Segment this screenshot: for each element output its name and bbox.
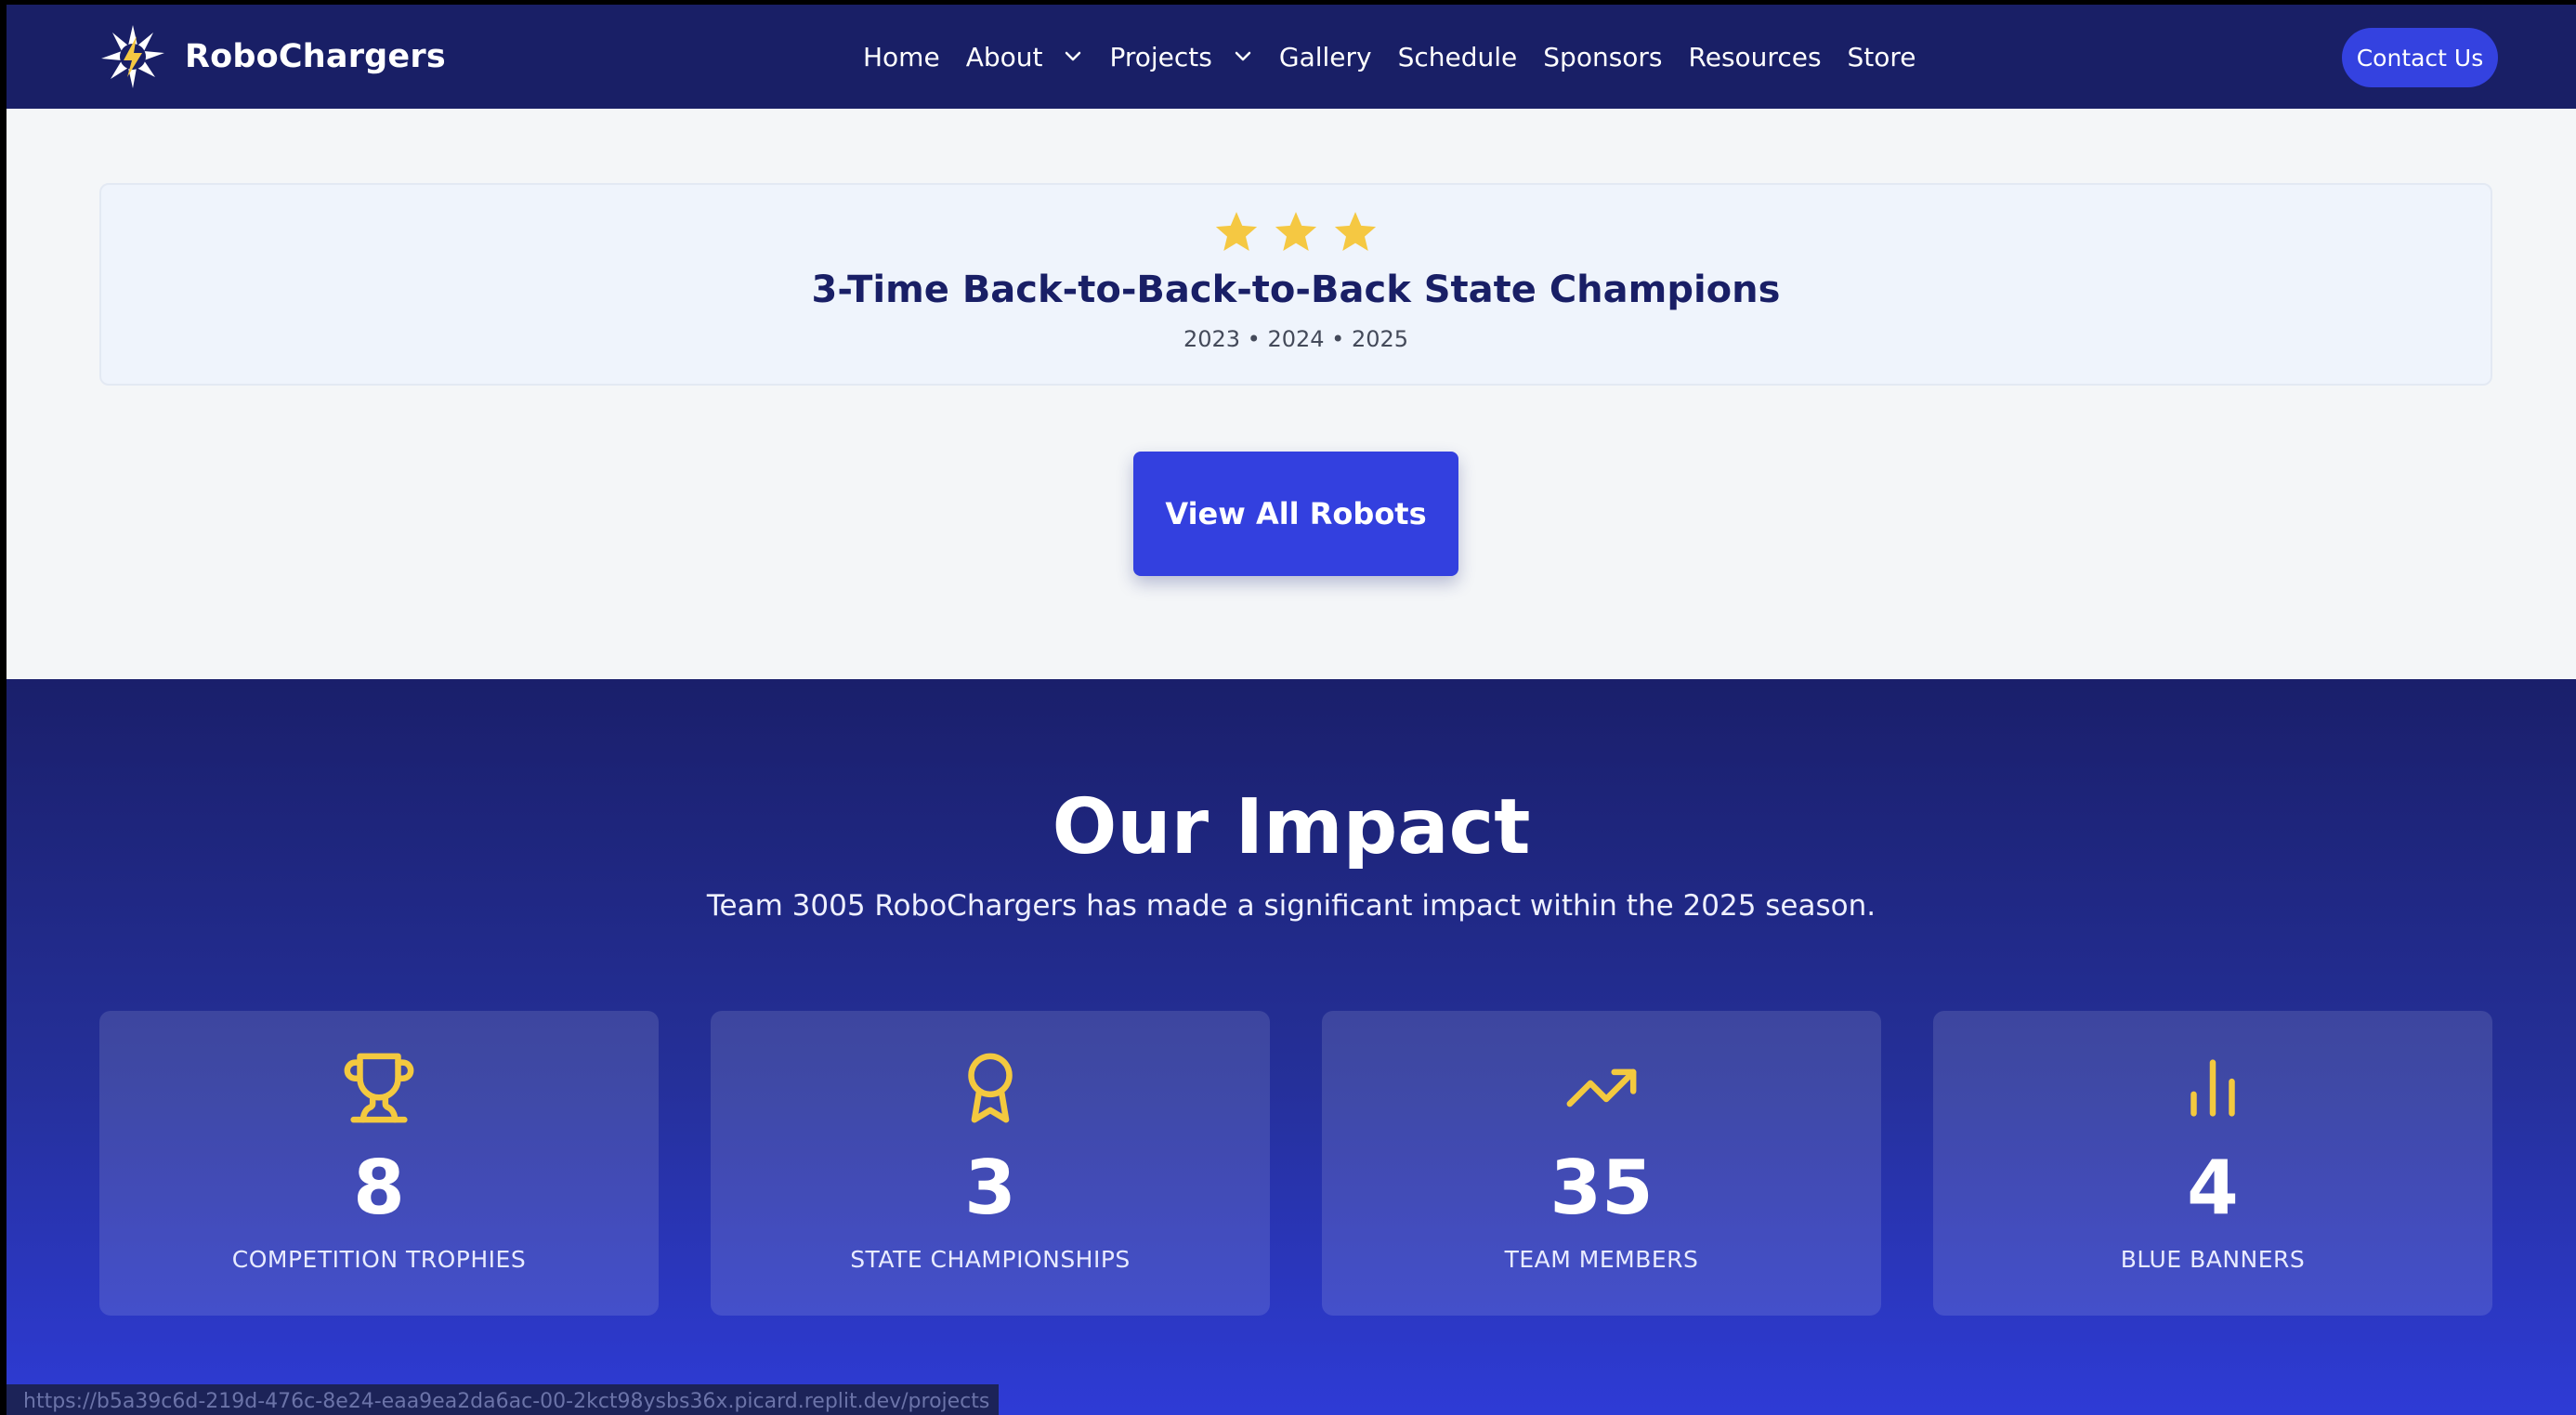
main-nav: Home About Projects Gallery Schedule Spo…: [863, 5, 1916, 109]
chevron-down-icon: [1066, 51, 1081, 61]
lightning-star-logo-icon: [101, 25, 164, 88]
nav-home[interactable]: Home: [863, 42, 940, 72]
championship-years: 2023 • 2024 • 2025: [1183, 326, 1409, 352]
star-icon: [1334, 212, 1377, 251]
nav-store-label: Store: [1847, 41, 1916, 72]
championship-card: 3-Time Back-to-Back-to-Back State Champi…: [99, 183, 2492, 386]
brand-name: RoboChargers: [185, 38, 446, 75]
nav-sponsors[interactable]: Sponsors: [1543, 42, 1662, 72]
nav-resources[interactable]: Resources: [1689, 42, 1822, 72]
nav-schedule-label: Schedule: [1397, 41, 1518, 72]
award-ribbon-icon: [968, 1053, 1013, 1123]
window-frame-left: [0, 0, 7, 1415]
impact-section: Our Impact Team 3005 RoboChargers has ma…: [7, 679, 2576, 1415]
nav-projects[interactable]: Projects: [1109, 42, 1252, 72]
trophy-icon: [344, 1053, 414, 1123]
window-frame-top: [0, 0, 2576, 5]
stat-value-trophies: 8: [353, 1145, 405, 1231]
stat-value-members: 35: [1550, 1145, 1654, 1231]
impact-subtitle: Team 3005 RoboChargers has made a signif…: [706, 889, 1876, 923]
star-icon: [1275, 212, 1317, 251]
star-icon: [1215, 212, 1258, 251]
nav-about-label: About: [965, 41, 1043, 72]
star-rating: [101, 209, 2491, 255]
championship-title: 3-Time Back-to-Back-to-Back State Champi…: [811, 269, 1781, 311]
trending-up-icon: [1566, 1068, 1637, 1107]
nav-projects-label: Projects: [1109, 41, 1212, 72]
championship-section: 3-Time Back-to-Back-to-Back State Champi…: [7, 109, 2576, 679]
stat-card-trophies: 8 COMPETITION TROPHIES: [99, 1011, 659, 1316]
brand[interactable]: RoboChargers: [99, 23, 446, 90]
stat-label-members: TEAM MEMBERS: [1504, 1246, 1699, 1273]
nav-schedule[interactable]: Schedule: [1398, 42, 1518, 72]
nav-resources-label: Resources: [1688, 41, 1822, 72]
view-all-robots-button[interactable]: View All Robots: [1133, 452, 1458, 576]
nav-about[interactable]: About: [966, 42, 1084, 72]
bar-chart-icon: [2190, 1059, 2235, 1117]
stat-value-banners: 4: [2187, 1145, 2239, 1231]
chevron-down-icon: [1235, 51, 1251, 61]
contact-us-button[interactable]: Contact Us: [2342, 28, 2498, 87]
stat-label-championships: STATE CHAMPIONSHIPS: [850, 1246, 1131, 1273]
nav-sponsors-label: Sponsors: [1543, 41, 1663, 72]
nav-home-label: Home: [863, 41, 940, 72]
nav-gallery[interactable]: Gallery: [1279, 42, 1372, 72]
nav-gallery-label: Gallery: [1278, 41, 1372, 72]
stat-card-championships: 3 STATE CHAMPIONSHIPS: [711, 1011, 1270, 1316]
status-bar-url: https://b5a39c6d-219d-476c-8e24-eaa9ea2d…: [7, 1384, 999, 1415]
nav-store[interactable]: Store: [1848, 42, 1916, 72]
stat-card-banners: 4 BLUE BANNERS: [1933, 1011, 2492, 1316]
top-navbar: RoboChargers Home About Projects Gallery…: [7, 5, 2576, 109]
stat-label-trophies: COMPETITION TROPHIES: [231, 1246, 527, 1273]
stat-label-banners: BLUE BANNERS: [2120, 1246, 2306, 1273]
stat-value-championships: 3: [964, 1145, 1016, 1231]
impact-title: Our Impact: [1052, 783, 1531, 871]
stat-card-members: 35 TEAM MEMBERS: [1322, 1011, 1881, 1316]
